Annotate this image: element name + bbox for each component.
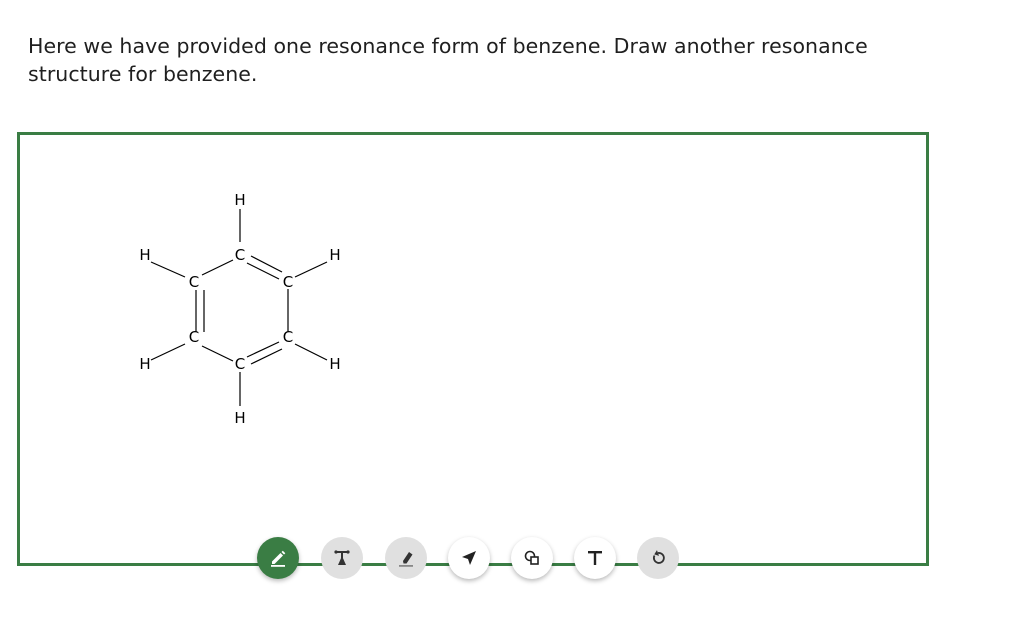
arrow-pointer-icon: [462, 551, 476, 565]
bond-c4-c5-a: [246, 341, 280, 358]
atom-c5: C: [283, 328, 293, 346]
bond-c2-h: [150, 261, 186, 278]
atom-c6: C: [283, 273, 293, 291]
benzene-structure: C C C C C C H H H H H H: [139, 191, 340, 427]
atom-c4: C: [235, 355, 245, 373]
atom-h4: H: [234, 409, 245, 427]
pen-tool-button[interactable]: [257, 537, 299, 579]
bond-tool-icon: [334, 550, 350, 565]
bond-c4-c5-b: [250, 348, 283, 365]
select-tool-button[interactable]: [448, 537, 490, 579]
bond-c5-h: [294, 343, 328, 361]
shapes-tool-button[interactable]: [511, 537, 553, 579]
pencil-icon: [271, 550, 286, 567]
bond-c1-c2: [201, 259, 234, 276]
eraser-tool-button[interactable]: [385, 537, 427, 579]
bond-tool-button[interactable]: [321, 537, 363, 579]
atom-c3: C: [189, 328, 199, 346]
undo-icon: [653, 550, 665, 564]
question-text: Here we have provided one resonance form…: [28, 34, 868, 86]
eraser-icon: [399, 552, 413, 567]
atom-h6: H: [329, 246, 340, 264]
atom-h5: H: [329, 355, 340, 373]
atom-h1: H: [234, 191, 245, 209]
atom-h3: H: [139, 355, 150, 373]
bond-c6-h: [294, 261, 328, 278]
bond-c6-c1-a: [246, 262, 280, 280]
drawing-canvas[interactable]: C C C C C C H H H H H H: [17, 132, 929, 566]
bond-c3-c4: [201, 345, 234, 362]
bond-c6-c1-b: [250, 255, 283, 273]
atom-h2: H: [139, 246, 150, 264]
bond-c3-h: [150, 343, 186, 361]
text-tool-button[interactable]: [574, 537, 616, 579]
atom-c1: C: [235, 246, 245, 264]
atom-c2: C: [189, 273, 199, 291]
undo-button[interactable]: [637, 537, 679, 579]
text-icon: [588, 551, 602, 565]
shapes-icon: [524, 550, 539, 565]
